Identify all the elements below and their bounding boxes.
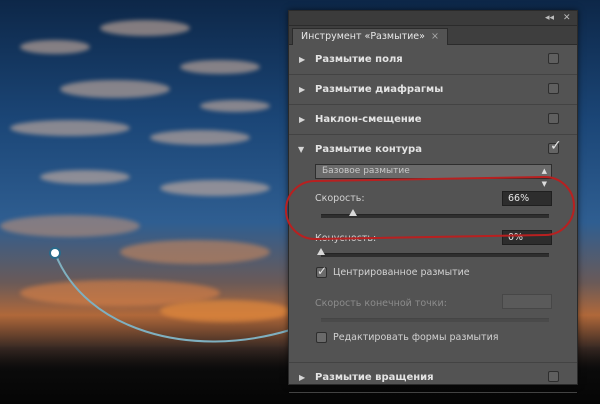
collapse-panel-button[interactable]: ◂◂	[545, 12, 554, 24]
taper-slider-thumb[interactable]	[317, 248, 325, 255]
preset-value: Базовое размытие	[322, 166, 410, 176]
tilt-shift-checkbox[interactable]	[548, 113, 559, 124]
blur-path-line	[54, 252, 291, 343]
close-panel-button[interactable]: ✕	[563, 12, 571, 24]
section-title: Размытие поля	[315, 54, 403, 65]
section-title: Наклон-смещение	[315, 114, 422, 125]
panel-tab-row: Инструмент «Размытие» ×	[289, 26, 577, 45]
edit-blur-shapes-checkbox[interactable]	[316, 332, 327, 343]
checkmark-icon: ✓	[550, 138, 562, 154]
triangle-right-icon[interactable]: ▶	[299, 85, 305, 94]
path-blur-checkbox[interactable]: ✓	[548, 139, 562, 154]
taper-slider-track[interactable]	[321, 253, 549, 257]
highlight-ring	[284, 175, 576, 241]
spin-blur-checkbox[interactable]	[548, 371, 559, 382]
section-spin-blur[interactable]: ▶ Размытие вращения	[289, 363, 577, 393]
end-speed-label: Скорость конечной точки:	[315, 298, 447, 309]
section-tilt-shift[interactable]: ▶ Наклон-смещение	[289, 105, 577, 135]
tab-blur-tools[interactable]: Инструмент «Размытие» ×	[292, 28, 448, 45]
triangle-right-icon[interactable]: ▶	[299, 115, 305, 124]
section-title: Размытие контура	[315, 144, 422, 155]
checkmark-icon: ✓	[317, 264, 328, 278]
blur-path-start-point	[49, 247, 61, 259]
section-iris-blur[interactable]: ▶ Размытие диафрагмы	[289, 75, 577, 105]
tab-close-icon[interactable]: ×	[431, 31, 439, 42]
centered-blur-checkbox[interactable]: ✓	[316, 264, 328, 278]
edit-blur-shapes-label: Редактировать формы размытия	[333, 332, 499, 343]
section-title: Размытие диафрагмы	[315, 84, 444, 95]
panel-title-bar: ◂◂ ✕	[289, 11, 577, 26]
triangle-right-icon[interactable]: ▶	[299, 373, 305, 382]
centered-blur-label: Центрированное размытие	[333, 267, 470, 278]
iris-blur-checkbox[interactable]	[548, 83, 559, 94]
section-field-blur[interactable]: ▶ Размытие поля	[289, 45, 577, 75]
end-speed-value-field	[502, 294, 552, 309]
triangle-right-icon[interactable]: ▶	[299, 55, 305, 64]
end-speed-slider-track	[321, 318, 549, 322]
field-blur-checkbox[interactable]	[548, 53, 559, 64]
triangle-down-icon[interactable]: ▼	[298, 145, 304, 154]
section-title: Размытие вращения	[315, 372, 434, 383]
tab-title: Инструмент «Размытие»	[301, 31, 425, 42]
